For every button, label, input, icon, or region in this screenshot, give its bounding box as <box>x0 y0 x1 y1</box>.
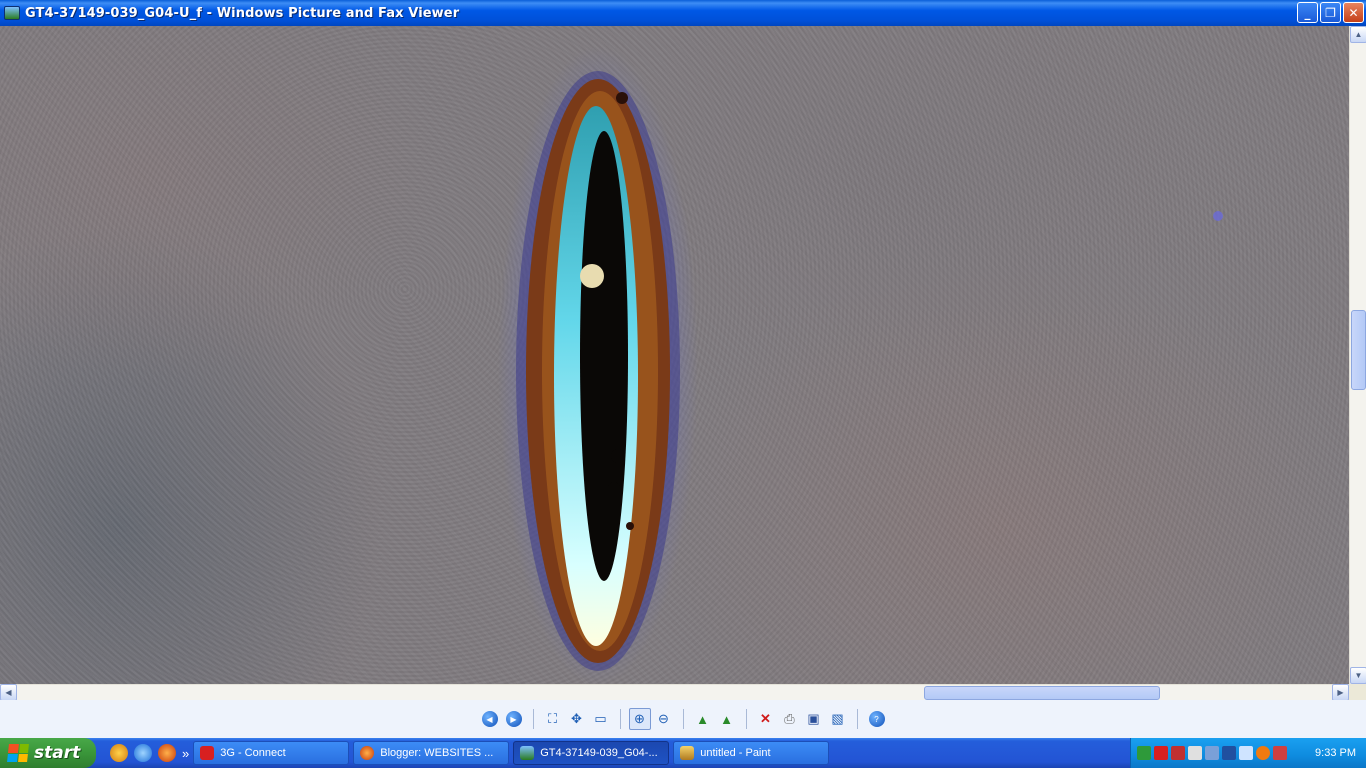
slide-show-icon: ▭ <box>594 711 607 726</box>
minimize-button[interactable]: _ <box>1297 2 1318 23</box>
taskbar-item-label: 3G - Connect <box>220 747 286 759</box>
taskbar-item-label: Blogger: WEBSITES ... <box>380 747 494 759</box>
next-image-icon: ▶ <box>505 711 522 727</box>
battery-icon[interactable] <box>1273 746 1287 760</box>
delete-icon: ✕ <box>760 711 771 726</box>
horizontal-scrollbar[interactable]: ◀ ▶ <box>0 684 1349 701</box>
volume-icon[interactable] <box>1188 746 1202 760</box>
maximize-button[interactable]: ❐ <box>1320 2 1341 23</box>
actual-size-icon: ✥ <box>571 711 582 726</box>
window-title: GT4-37149-039_G04-U_f - Windows Picture … <box>25 5 460 21</box>
toolbar-separator <box>619 709 621 729</box>
network-icon[interactable] <box>1137 746 1151 760</box>
scroll-left-button[interactable]: ◀ <box>0 684 17 701</box>
next-image-button[interactable]: ▶ <box>503 708 525 730</box>
display-icon[interactable] <box>1239 746 1253 760</box>
start-label: start <box>34 743 81 763</box>
taskbar-item-picture-viewer[interactable]: GT4-37149-039_G04-... <box>513 741 670 765</box>
connect-icon <box>200 746 215 760</box>
zoom-out-icon: ⊖ <box>658 711 669 726</box>
title-bar[interactable]: GT4-37149-039_G04-U_f - Windows Picture … <box>0 0 1366 26</box>
image-canvas[interactable] <box>0 26 1349 684</box>
scrollbar-corner <box>1349 684 1366 700</box>
rotate-counterclockwise-button[interactable]: ▲ <box>716 708 738 730</box>
rotate-clockwise-icon: ▲ <box>696 711 709 727</box>
zoom-in-button[interactable]: ⊕ <box>628 708 651 730</box>
best-fit-button[interactable]: ⛶ <box>542 708 564 730</box>
antivirus-icon[interactable] <box>1154 746 1168 760</box>
previous-image-icon: ◀ <box>481 711 498 727</box>
save-copy-icon: ▣ <box>807 711 820 726</box>
zoom-out-button[interactable]: ⊖ <box>653 708 675 730</box>
clock[interactable]: 9:33 PM <box>1315 747 1356 759</box>
toolbar-separator <box>682 709 684 729</box>
scroll-up-button[interactable]: ▲ <box>1350 26 1366 43</box>
photo-object <box>498 46 1223 684</box>
toolbar-separator <box>532 709 534 729</box>
picture-viewer-icon <box>4 6 20 20</box>
taskbar-item-label: GT4-37149-039_G04-... <box>540 747 658 759</box>
actual-size-button[interactable]: ✥ <box>566 708 588 730</box>
windows-flag-icon <box>7 744 29 762</box>
close-button[interactable]: ✕ <box>1343 2 1364 23</box>
firefox-icon[interactable] <box>158 744 176 762</box>
vertical-scrollbar[interactable]: ▲ ▼ <box>1349 26 1366 684</box>
horizontal-scroll-thumb[interactable] <box>924 686 1160 700</box>
open-for-editing-button[interactable]: ▧ <box>827 708 849 730</box>
paint-icon <box>680 746 695 760</box>
previous-image-button[interactable]: ◀ <box>479 708 501 730</box>
quick-launch-more-icon[interactable]: » <box>182 746 189 761</box>
rotate-clockwise-button[interactable]: ▲ <box>692 708 714 730</box>
security-alert-icon[interactable] <box>1171 746 1185 760</box>
help-icon: ? <box>868 711 885 727</box>
connection-icon[interactable] <box>1222 746 1236 760</box>
best-fit-icon: ⛶ <box>547 711 558 726</box>
picture-viewer-icon <box>520 746 535 760</box>
zoom-in-icon: ⊕ <box>634 711 645 726</box>
start-button[interactable]: start <box>0 738 96 768</box>
print-icon: ⎙ <box>784 711 795 726</box>
help-button[interactable]: ? <box>866 708 888 730</box>
taskbar-item-blogger[interactable]: Blogger: WEBSITES ... <box>353 741 510 765</box>
rotate-counterclockwise-icon: ▲ <box>720 711 733 727</box>
toolbar-separator <box>745 709 747 729</box>
taskbar-item-paint[interactable]: untitled - Paint <box>673 741 830 765</box>
quick-launch: » <box>110 744 189 762</box>
taskbar-item-3g-connect[interactable]: 3G - Connect <box>193 741 350 765</box>
scroll-right-button[interactable]: ▶ <box>1332 684 1349 701</box>
slide-show-button[interactable]: ▭ <box>590 708 612 730</box>
taskbar: start » 3G - Connect Blogger: WEBSITES .… <box>0 738 1366 768</box>
print-button[interactable]: ⎙ <box>779 708 801 730</box>
firefox-icon <box>360 746 375 760</box>
update-icon[interactable] <box>1205 746 1219 760</box>
internet-explorer-icon[interactable] <box>134 744 152 762</box>
open-for-editing-icon: ▧ <box>831 711 844 726</box>
viewer-toolbar: ◀ ▶ ⛶ ✥ ▭ ⊕ ⊖ ▲ ▲ ✕ ⎙ ▣ ▧ ? <box>0 700 1366 738</box>
taskbar-item-label: untitled - Paint <box>700 747 771 759</box>
scroll-down-button[interactable]: ▼ <box>1350 667 1366 684</box>
system-tray: 9:33 PM <box>1130 738 1366 768</box>
k-app-icon[interactable] <box>1256 746 1270 760</box>
save-copy-button[interactable]: ▣ <box>803 708 825 730</box>
delete-button[interactable]: ✕ <box>755 708 777 730</box>
skype-icon[interactable] <box>110 744 128 762</box>
vertical-scroll-thumb[interactable] <box>1351 310 1366 390</box>
toolbar-separator <box>856 709 858 729</box>
